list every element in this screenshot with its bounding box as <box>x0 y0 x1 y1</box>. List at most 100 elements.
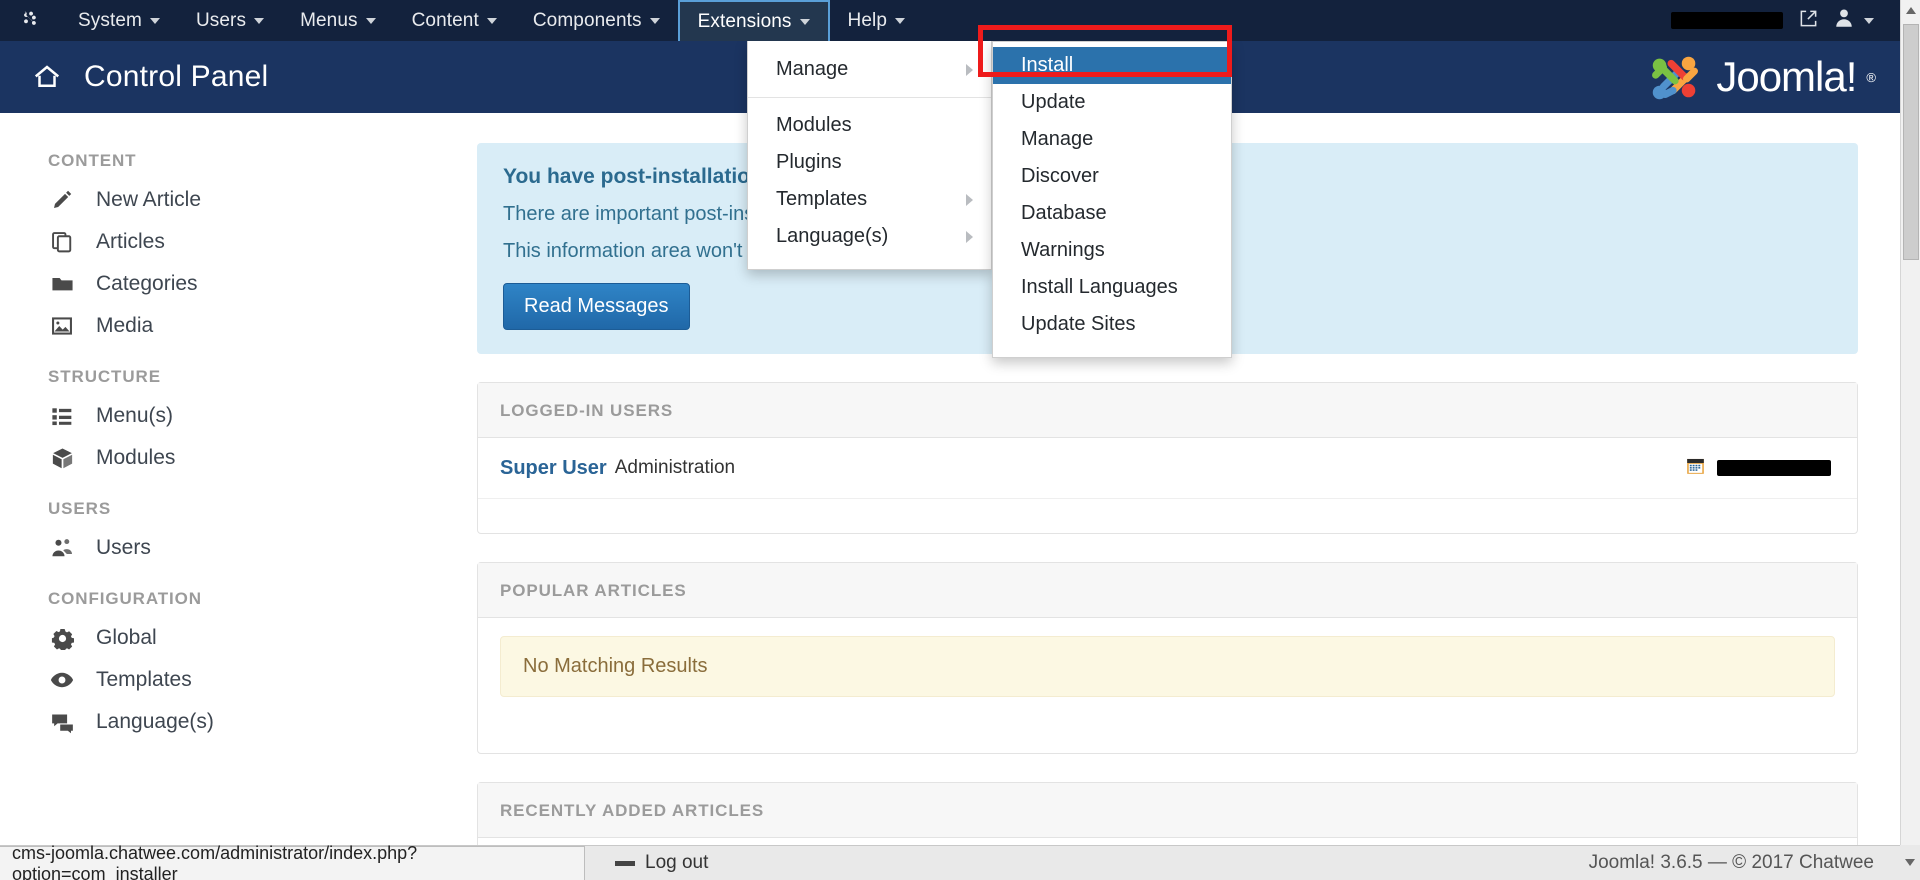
chevron-down-icon <box>1864 17 1874 24</box>
submenu-item-label: Discover <box>1021 165 1099 187</box>
sidebar-item-label: New Article <box>96 188 202 211</box>
dropdown-item-label: Manage <box>776 58 849 80</box>
popular-articles-panel: POPULAR ARTICLES No Matching Results <box>477 562 1858 754</box>
user-name-link[interactable]: Super User <box>500 457 607 480</box>
panel-body: No Matching Results <box>478 838 1857 845</box>
sidebar-heading-content: CONTENT <box>48 151 137 170</box>
menu-extensions[interactable]: Extensions <box>677 0 830 41</box>
submenu-item-label: Update Sites <box>1021 313 1136 335</box>
sidebar-heading-structure: STRUCTURE <box>48 367 161 386</box>
sidebar-item-modules[interactable]: Modules <box>0 437 470 479</box>
submenu-item-discover[interactable]: Discover <box>993 158 1231 195</box>
menu-help[interactable]: Help <box>830 0 923 41</box>
external-link-icon[interactable] <box>1799 9 1818 33</box>
joomla-logo-icon <box>1652 56 1699 100</box>
submenu-item-manage[interactable]: Manage <box>993 121 1231 158</box>
dropdown-item-languages[interactable]: Language(s) <box>748 218 991 255</box>
users-icon <box>48 537 76 560</box>
joomla-mark-icon[interactable] <box>0 0 60 41</box>
panel-heading: LOGGED-IN USERS <box>478 383 1857 438</box>
chevron-right-icon <box>966 193 973 206</box>
panel-heading: POPULAR ARTICLES <box>478 563 1857 618</box>
dropdown-item-modules[interactable]: Modules <box>748 107 991 144</box>
joomla-logo: Joomla! ® <box>1644 48 1876 106</box>
page-scrollbar[interactable] <box>1900 0 1920 845</box>
dropdown-item-label: Modules <box>776 114 852 136</box>
menu-extensions-label: Extensions <box>697 10 792 32</box>
sidebar-item-label: Global <box>96 626 157 649</box>
sidebar-item-languages[interactable]: Language(s) <box>0 701 470 743</box>
menu-divider <box>748 97 991 98</box>
cube-icon <box>48 447 76 470</box>
submenu-item-update[interactable]: Update <box>993 84 1231 121</box>
sidebar-item-menus[interactable]: Menu(s) <box>0 395 470 437</box>
scroll-up-button[interactable] <box>1901 0 1920 20</box>
chevron-down-icon <box>486 17 497 24</box>
logged-in-users-panel: LOGGED-IN USERS Super User Administratio… <box>477 382 1858 534</box>
submenu-item-update-sites[interactable]: Update Sites <box>993 306 1231 343</box>
menu-help-label: Help <box>847 9 888 31</box>
sidebar-item-label: Templates <box>96 668 192 691</box>
menu-components[interactable]: Components <box>515 0 678 41</box>
user-menu[interactable] <box>1834 8 1874 33</box>
logout-label: Log out <box>645 852 709 873</box>
dropdown-item-templates[interactable]: Templates <box>748 181 991 218</box>
sidebar-item-label: Users <box>96 536 151 559</box>
scrollbar-thumb[interactable] <box>1903 24 1919 260</box>
last-activity-redacted <box>1717 460 1831 476</box>
chevron-down-icon <box>254 17 265 24</box>
extensions-manage-submenu: Install Update Manage Discover Database … <box>992 41 1232 358</box>
sidebar-item-categories[interactable]: Categories <box>0 263 470 305</box>
chevron-down-icon <box>799 18 810 25</box>
chevron-down-icon <box>149 17 160 24</box>
menu-system-label: System <box>78 9 142 31</box>
panel-spacer <box>478 499 1857 533</box>
sidebar-item-templates[interactable]: Templates <box>0 659 470 701</box>
submenu-item-database[interactable]: Database <box>993 195 1231 232</box>
extensions-dropdown-menu: Manage Modules Plugins Templates Languag… <box>747 41 992 270</box>
triangle-down-icon <box>1905 859 1915 866</box>
page-title: Control Panel <box>84 60 269 93</box>
submenu-item-label: Manage <box>1021 128 1094 150</box>
gear-icon <box>48 627 76 650</box>
triangle-up-icon <box>1906 6 1916 14</box>
menu-users-label: Users <box>195 9 247 31</box>
dropdown-item-manage[interactable]: Manage <box>748 51 991 88</box>
menu-system[interactable]: System <box>60 0 178 41</box>
menu-components-label: Components <box>532 9 642 31</box>
sidebar-item-articles[interactable]: Articles <box>0 221 470 263</box>
user-last-activity <box>1686 456 1831 480</box>
menu-content-label: Content <box>411 9 479 31</box>
logout-button[interactable]: Log out <box>615 852 708 874</box>
sidebar-item-users[interactable]: Users <box>0 527 470 569</box>
table-row: Super User Administration <box>478 438 1857 499</box>
chevron-down-icon <box>649 17 660 24</box>
status-bar: cms-joomla.chatwee.com/administrator/ind… <box>0 843 1920 880</box>
read-messages-button[interactable]: Read Messages <box>503 283 690 330</box>
empty-state-message: No Matching Results <box>500 636 1835 697</box>
sidebar-item-global[interactable]: Global <box>0 617 470 659</box>
menu-content[interactable]: Content <box>394 0 515 41</box>
home-icon[interactable] <box>32 62 62 92</box>
chevron-down-icon <box>365 17 376 24</box>
user-icon <box>1834 8 1854 33</box>
sidebar-item-label: Modules <box>96 446 176 469</box>
sidebar-heading-configuration: CONFIGURATION <box>48 589 202 608</box>
submenu-item-label: Install <box>1021 54 1074 76</box>
submenu-item-install[interactable]: Install <box>993 47 1231 84</box>
panel-spacer <box>500 697 1835 731</box>
sidebar-item-new-article[interactable]: New Article <box>0 179 470 221</box>
scroll-down-button[interactable] <box>1900 845 1920 880</box>
menu-users[interactable]: Users <box>178 0 282 41</box>
sidebar-item-media[interactable]: Media <box>0 305 470 347</box>
eye-icon <box>48 668 76 692</box>
site-name-redacted <box>1671 12 1783 29</box>
dropdown-item-plugins[interactable]: Plugins <box>748 144 991 181</box>
menu-menus[interactable]: Menus <box>282 0 394 41</box>
image-icon <box>48 315 76 337</box>
submenu-item-label: Database <box>1021 202 1107 224</box>
sidebar-item-label: Menu(s) <box>96 404 174 427</box>
panel-heading: RECENTLY ADDED ARTICLES <box>478 783 1857 838</box>
submenu-item-install-languages[interactable]: Install Languages <box>993 269 1231 306</box>
submenu-item-warnings[interactable]: Warnings <box>993 232 1231 269</box>
